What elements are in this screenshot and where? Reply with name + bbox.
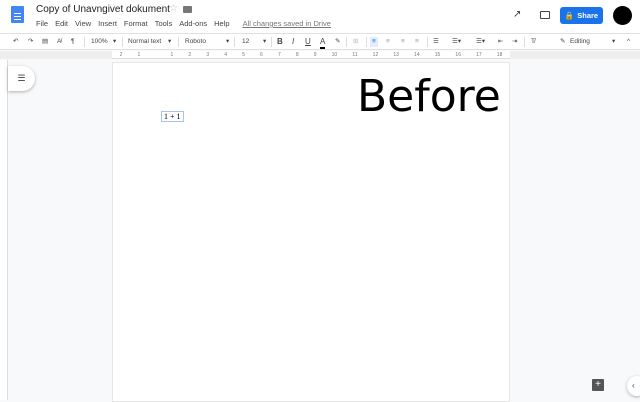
menu-help[interactable]: Help (214, 19, 229, 28)
bold-button[interactable]: B (277, 37, 283, 47)
ruler-tick: 10 (331, 51, 338, 58)
increase-indent-icon[interactable]: ⇥ (512, 37, 517, 47)
text-color-button[interactable]: A (320, 37, 326, 49)
collapse-toolbar-icon[interactable]: ^ (627, 37, 630, 47)
spellcheck-icon[interactable]: A̸ (57, 37, 61, 47)
ruler-tick: 14 (414, 51, 420, 58)
ruler-tick: 1 (170, 51, 174, 58)
editing-mode-select[interactable]: Editing (570, 37, 590, 47)
side-panel-toggle[interactable]: ‹ (627, 376, 640, 396)
redo-icon[interactable]: ↷ (28, 37, 33, 47)
save-status[interactable]: All changes saved in Drive (243, 19, 331, 28)
paint-format-icon[interactable]: ¶ (71, 37, 75, 47)
clear-formatting-icon[interactable]: T̸ (531, 37, 535, 47)
bulleted-list-icon[interactable]: ☰▾ (476, 37, 485, 47)
ruler-tick: 9 (313, 51, 317, 58)
equation[interactable]: 1 + 1 (161, 111, 184, 122)
ruler-tick: 8 (295, 51, 299, 58)
ruler-tick: 2 (119, 51, 123, 58)
horizontal-ruler[interactable]: 2 1 1 2 3 4 5 6 7 8 9 10 11 12 13 14 15 16 17 18 (112, 51, 510, 59)
menu-insert[interactable]: Insert (98, 19, 117, 28)
align-right-icon[interactable]: ≡ (401, 37, 405, 47)
document-page[interactable]: Before 1 + 1 (112, 62, 510, 402)
document-outline-button[interactable]: ☰ (8, 66, 35, 91)
ruler-tick: 13 (393, 51, 399, 58)
zoom-select[interactable]: 100% (91, 37, 108, 47)
comments-icon[interactable] (540, 11, 550, 19)
ruler-tick: 7 (277, 51, 281, 58)
activity-trend-icon[interactable]: ↗ (513, 9, 521, 20)
lock-icon: 🔒 (564, 11, 575, 20)
toolbar: ↶ ↷ ▤ A̸ ¶ 100% ▾ Normal text ▾ Roboto ▾… (0, 33, 640, 50)
docs-logo-icon[interactable] (11, 6, 24, 23)
avatar[interactable] (613, 6, 632, 25)
ruler-tick: 3 (206, 51, 210, 58)
menu-addons[interactable]: Add-ons (179, 19, 207, 28)
menu-view[interactable]: View (75, 19, 91, 28)
justify-icon[interactable]: ≡ (415, 37, 419, 47)
align-center-icon[interactable]: ≡ (386, 37, 390, 47)
menu-file[interactable]: File (36, 19, 48, 28)
star-icon[interactable]: ☆ (169, 3, 178, 14)
font-size-select[interactable]: 12 (242, 37, 249, 47)
pencil-icon: ✎ (560, 38, 566, 45)
ruler-tick: 12 (372, 51, 379, 58)
ruler-tick: 6 (260, 51, 263, 58)
font-select[interactable]: Roboto (185, 37, 206, 47)
ruler-tick: 2 (188, 51, 192, 58)
ruler-tick: 15 (434, 51, 441, 58)
ruler-tick: 4 (224, 51, 227, 58)
print-icon[interactable]: ▤ (42, 37, 48, 47)
header: Copy of Unavngivet dokument ☆ File Edit … (0, 0, 640, 33)
insert-link-icon[interactable]: ⊞ (353, 37, 358, 47)
ruler-tick: 5 (242, 51, 245, 58)
share-button[interactable]: 🔒 Share (560, 7, 603, 24)
ruler-tick: 1 (137, 51, 141, 58)
document-title[interactable]: Copy of Unavngivet dokument (36, 4, 170, 15)
numbered-list-icon[interactable]: ☰▾ (452, 37, 461, 47)
vertical-ruler[interactable] (0, 60, 8, 400)
heading-text: Before (357, 71, 501, 122)
ruler-tick: 11 (352, 51, 358, 58)
line-spacing-icon[interactable]: ☰ (433, 37, 439, 47)
outline-icon: ☰ (17, 73, 26, 83)
menu-tools[interactable]: Tools (155, 19, 173, 28)
ruler-tick: 17 (476, 51, 482, 58)
align-left-icon[interactable]: ≡ (370, 37, 378, 47)
highlight-icon[interactable]: ✎ (335, 37, 340, 47)
italic-button[interactable]: I (292, 37, 294, 47)
menu-bar: File Edit View Insert Format Tools Add-o… (36, 19, 331, 28)
chevron-down-icon: ▾ (263, 38, 267, 45)
ruler-tick: 16 (455, 51, 461, 58)
chevron-down-icon: ▾ (168, 38, 172, 45)
ruler-tick: 18 (496, 51, 503, 58)
menu-edit[interactable]: Edit (55, 19, 68, 28)
decrease-indent-icon[interactable]: ⇤ (498, 37, 503, 47)
chevron-down-icon: ▾ (226, 38, 230, 45)
undo-icon[interactable]: ↶ (13, 37, 18, 47)
chevron-down-icon: ▾ (612, 38, 616, 45)
underline-button[interactable]: U (305, 37, 311, 47)
chevron-down-icon: ▾ (113, 38, 117, 45)
folder-icon[interactable] (183, 6, 192, 13)
style-select[interactable]: Normal text (128, 37, 161, 47)
add-comment-button[interactable]: + (592, 379, 604, 391)
menu-format[interactable]: Format (124, 19, 148, 28)
share-label: Share (577, 11, 599, 20)
